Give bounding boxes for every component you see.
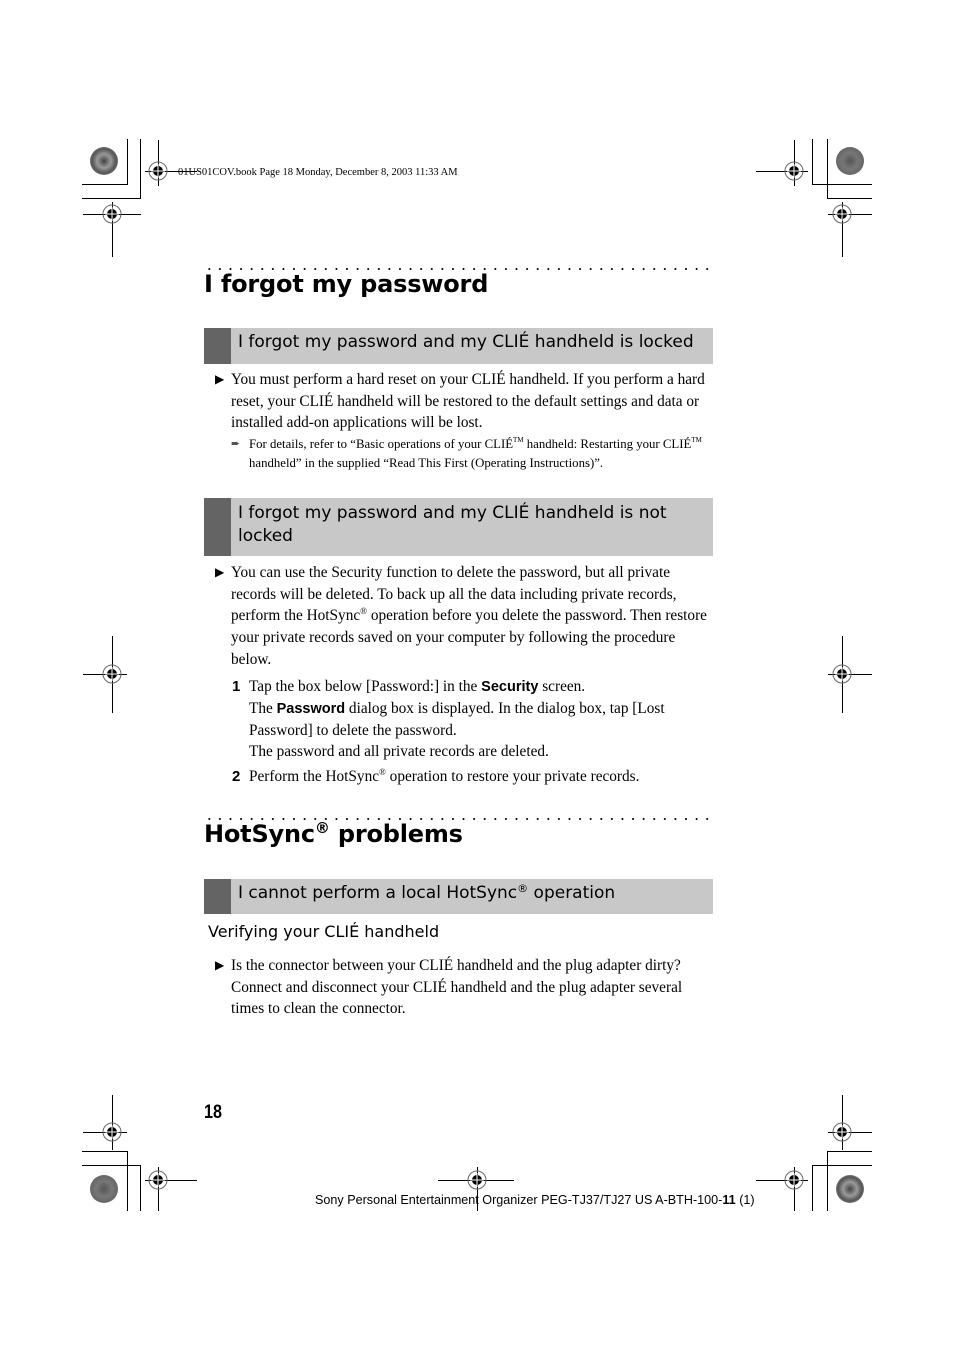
subsection-title: I forgot my password and my CLIÉ handhel… [238,332,694,352]
subsection-bar-locked: I forgot my password and my CLIÉ handhel… [204,328,713,364]
section-title-hotsync-problems: HotSync® problems [204,819,463,848]
step-number: 2 [232,768,241,785]
bar-tab [204,498,231,556]
subsection-bar-not-locked: I forgot my password and my CLIÉ handhel… [204,498,713,556]
color-target-icon [836,1175,864,1203]
bar-tab [204,879,231,914]
bullet-triangle-icon: ▶ [215,372,225,386]
color-target-icon [90,147,118,175]
step-2: 2 Perform the HotSync® operation to rest… [232,767,640,786]
step-1: 1 Tap the box below [Password:] in the S… [232,678,665,760]
note-reference: ➨ For details, refer to “Basic operation… [231,436,702,471]
print-slug: 01US01COV.book Page 18 Monday, December … [178,167,458,178]
bullet-triangle-icon: ▶ [215,958,225,972]
footer-text: Sony Personal Entertainment Organizer PE… [315,1193,755,1207]
subheading-verifying: Verifying your CLIÉ handheld [208,922,440,941]
note-arrow-icon: ➨ [231,438,241,450]
step-number: 1 [232,678,241,695]
bar-tab [204,328,231,364]
paragraph-security-function: ▶ You can use the Security function to d… [215,564,707,668]
subsection-title: I cannot perform a local HotSync® operat… [238,882,616,903]
subsection-title: I forgot my password and my CLIÉ handhel… [238,503,667,546]
paragraph-connector: ▶ Is the connector between your CLIÉ han… [215,957,683,1018]
page-number: 18 [204,1102,222,1123]
paragraph-hard-reset: ▶ You must perform a hard reset on your … [215,371,705,432]
color-target-icon [836,147,864,175]
color-target-icon [90,1175,118,1203]
section-title-forgot-password: I forgot my password [204,270,489,298]
subsection-bar-local-hotsync: I cannot perform a local HotSync® operat… [204,879,713,914]
bullet-triangle-icon: ▶ [215,565,225,579]
